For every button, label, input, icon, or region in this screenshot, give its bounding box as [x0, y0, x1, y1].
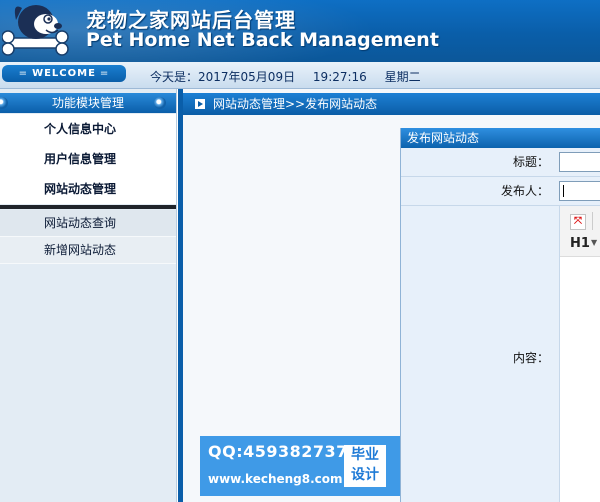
breadcrumb: 网站动态管理>>发布网站动态	[183, 93, 600, 115]
datetime-display: 今天是：2017年05月09日 19:27:16 星期二	[150, 68, 435, 85]
watermark-qq: QQ:459382737	[208, 442, 348, 461]
sidebar-subitem-add-news[interactable]: 新增网站动态	[0, 237, 176, 264]
sidebar-divider	[0, 205, 176, 209]
app-header: 宠物之家网站后台管理 Pet Home Net Back Management	[0, 0, 600, 62]
status-bar: = WELCOME = 今天是：2017年05月09日 19:27:16 星期二	[0, 62, 600, 89]
seal-line-1: 毕业	[351, 447, 379, 463]
sidebar-header-title: 功能模块管理	[51, 96, 124, 110]
watermark-banner: QQ:459382737 www.kecheng8.com 毕业 设计	[200, 436, 400, 496]
publisher-input[interactable]	[559, 181, 600, 201]
editor-toolbar: ⤧ H1▼	[560, 206, 600, 257]
content-editor[interactable]: ⤧ H1▼	[559, 206, 600, 502]
sidebar-item-user-management[interactable]: 用户信息管理	[0, 144, 176, 174]
publish-news-form: 发布网站动态 标题： 发布人： 内容： ⤧ H1▼	[400, 128, 600, 502]
current-weekday: 星期二	[384, 70, 421, 84]
welcome-right-marker: =	[99, 68, 110, 79]
sidebar-subitem-news-query[interactable]: 网站动态查询	[0, 210, 176, 237]
form-row-publisher: 发布人：	[401, 177, 600, 206]
dog-bone-logo-icon	[2, 5, 69, 56]
sidebar-header: 功能模块管理	[0, 93, 176, 113]
heading-dropdown[interactable]: H1▼	[570, 236, 597, 251]
watermark-url: www.kecheng8.com	[208, 472, 343, 486]
breadcrumb-text: 网站动态管理>>发布网站动态	[213, 97, 378, 111]
title-input[interactable]	[559, 152, 600, 172]
sidebar-item-personal-info[interactable]: 个人信息中心	[0, 114, 176, 144]
content-left-stripe	[178, 89, 183, 502]
content-label: 内容：	[512, 351, 549, 365]
sidebar-item-news-management[interactable]: 网站动态管理	[0, 174, 176, 204]
chevron-down-icon: ▼	[590, 238, 598, 247]
sidebar: 功能模块管理 个人信息中心 用户信息管理 网站动态管理 网站动态查询 新增网站动…	[0, 89, 177, 502]
breadcrumb-arrow-icon	[195, 99, 205, 109]
form-row-title: 标题：	[401, 148, 600, 177]
app-title-english: Pet Home Net Back Management	[86, 29, 439, 51]
seal-line-2: 设计	[351, 467, 379, 483]
welcome-left-marker: =	[18, 68, 29, 79]
sidebar-header-right-knob-icon	[154, 97, 166, 109]
form-title: 发布网站动态	[401, 128, 600, 148]
form-row-content: 内容： ⤧ H1▼	[401, 206, 600, 502]
watermark-seal: 毕业 设计	[344, 445, 386, 487]
current-date: 今天是：2017年05月09日	[150, 70, 296, 84]
fullscreen-icon[interactable]: ⤧	[570, 214, 586, 230]
publisher-label: 发布人：	[500, 184, 549, 198]
toolbar-separator	[592, 212, 593, 230]
welcome-text: WELCOME	[32, 68, 96, 79]
current-time: 19:27:16	[312, 70, 367, 84]
sidebar-submenu: 网站动态查询 新增网站动态	[0, 210, 176, 264]
title-label: 标题：	[512, 155, 549, 169]
sidebar-menu: 个人信息中心 用户信息管理 网站动态管理	[0, 114, 176, 204]
heading-label: H1	[570, 236, 590, 251]
welcome-badge: = WELCOME =	[2, 65, 126, 82]
sidebar-header-left-knob-icon	[0, 97, 8, 109]
